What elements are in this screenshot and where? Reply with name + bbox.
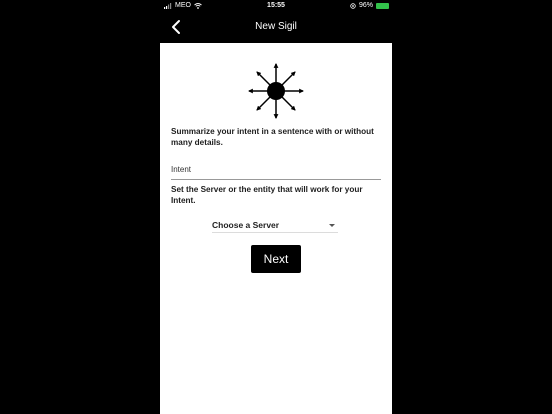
status-bar: MEO 15:55 96% xyxy=(160,0,392,12)
phone-screen: MEO 15:55 96% New Sigil Summarize your i… xyxy=(160,0,392,414)
server-prompt: Set the Server or the entity that will w… xyxy=(171,185,363,205)
server-dropdown-label: Choose a Server xyxy=(212,220,280,230)
intent-prompt: Summarize your intent in a sentence with… xyxy=(171,127,374,147)
page-title: New Sigil xyxy=(255,21,297,32)
navigation-bar: New Sigil xyxy=(160,12,392,43)
battery-icon xyxy=(376,2,389,9)
battery-percent: 96% xyxy=(358,2,373,9)
chevron-down-icon xyxy=(329,224,335,227)
next-button[interactable]: Next xyxy=(251,245,301,273)
intent-input[interactable] xyxy=(171,159,381,180)
chaos-star-icon xyxy=(248,63,304,119)
location-icon xyxy=(350,2,356,9)
server-dropdown[interactable]: Choose a Server xyxy=(212,219,338,233)
status-right: 96% xyxy=(350,2,389,9)
form-content: Summarize your intent in a sentence with… xyxy=(160,43,392,414)
